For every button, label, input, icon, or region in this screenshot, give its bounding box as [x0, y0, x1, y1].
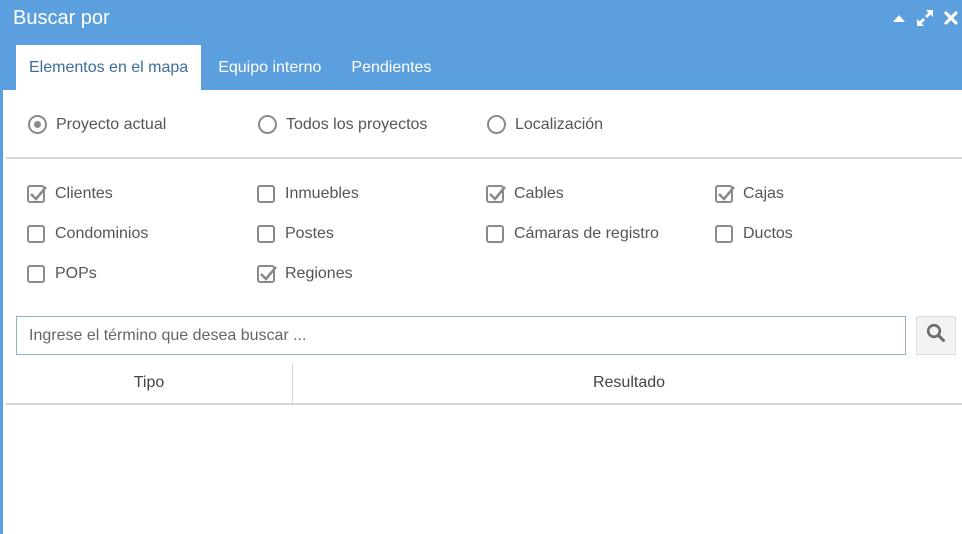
checkbox-cables[interactable]: Cables [486, 185, 564, 203]
checkbox[interactable] [486, 185, 506, 203]
checkbox-label: Regiones [285, 265, 353, 282]
tab-bar: Elementos en el mapa Equipo interno Pend… [16, 45, 448, 90]
checkbox-postes[interactable]: Postes [257, 225, 334, 243]
checkbox-label: Cables [514, 185, 564, 202]
checkbox-label: Postes [285, 225, 334, 242]
checkbox[interactable] [715, 185, 735, 203]
radio-button[interactable] [258, 115, 277, 134]
tab-pendientes[interactable]: Pendientes [338, 45, 444, 90]
radio-proyecto-actual[interactable]: Proyecto actual [28, 115, 166, 134]
radio-todos-los-proyectos[interactable]: Todos los proyectos [258, 115, 427, 134]
dialog-title: Buscar por [13, 7, 110, 29]
checkbox-ductos[interactable]: Ductos [715, 225, 793, 243]
tab-elementos-en-el-mapa[interactable]: Elementos en el mapa [16, 45, 202, 90]
radio-button[interactable] [487, 115, 506, 134]
search-input[interactable] [16, 316, 906, 355]
caret-up-icon[interactable] [889, 8, 909, 28]
checkbox[interactable] [486, 225, 504, 243]
column-header-resultado[interactable]: Resultado [293, 363, 962, 403]
results-table-header: Tipo Resultado [6, 363, 962, 405]
checkbox-regiones[interactable]: Regiones [257, 265, 353, 283]
checkbox-label: POPs [55, 265, 97, 282]
radio-label: Localización [515, 115, 604, 133]
radio-localizacion[interactable]: Localización [487, 115, 603, 134]
checkbox[interactable] [257, 225, 275, 243]
radio-label: Todos los proyectos [286, 115, 428, 133]
scope-radio-group: Proyecto actual Todos los proyectos Loca… [6, 91, 962, 159]
checkbox[interactable] [257, 265, 277, 283]
checkbox[interactable] [715, 225, 733, 243]
checkbox-cajas[interactable]: Cajas [715, 185, 784, 203]
close-icon[interactable] [941, 8, 961, 28]
checkbox-label: Cámaras de registro [514, 225, 659, 242]
checkbox-condominios[interactable]: Condominios [27, 225, 148, 243]
checkbox-inmuebles[interactable]: Inmuebles [257, 185, 359, 203]
checkbox[interactable] [27, 265, 45, 283]
checkbox[interactable] [27, 185, 47, 203]
checkbox[interactable] [257, 185, 275, 203]
title-tools [889, 8, 961, 28]
column-header-tipo[interactable]: Tipo [6, 363, 293, 403]
search-icon [926, 323, 946, 348]
tab-equipo-interno[interactable]: Equipo interno [205, 45, 334, 90]
radio-label: Proyecto actual [56, 115, 167, 133]
checkbox-label: Condominios [55, 225, 149, 242]
checkbox-label: Clientes [55, 185, 113, 202]
radio-button[interactable] [28, 115, 47, 134]
checkbox-label: Ductos [743, 225, 793, 242]
checkbox-camaras-de-registro[interactable]: Cámaras de registro [486, 225, 659, 243]
checkbox-pops[interactable]: POPs [27, 265, 97, 283]
search-dialog: Buscar por Elementos en el mapa Equipo i… [0, 0, 962, 534]
checkbox-label: Cajas [743, 185, 784, 202]
dialog-titlebar: Buscar por Elementos en el mapa Equipo i… [3, 0, 962, 90]
checkbox[interactable] [27, 225, 45, 243]
checkbox-label: Inmuebles [285, 185, 359, 202]
checkbox-clientes[interactable]: Clientes [27, 185, 113, 203]
search-button[interactable] [916, 316, 956, 355]
expand-icon[interactable] [915, 8, 935, 28]
